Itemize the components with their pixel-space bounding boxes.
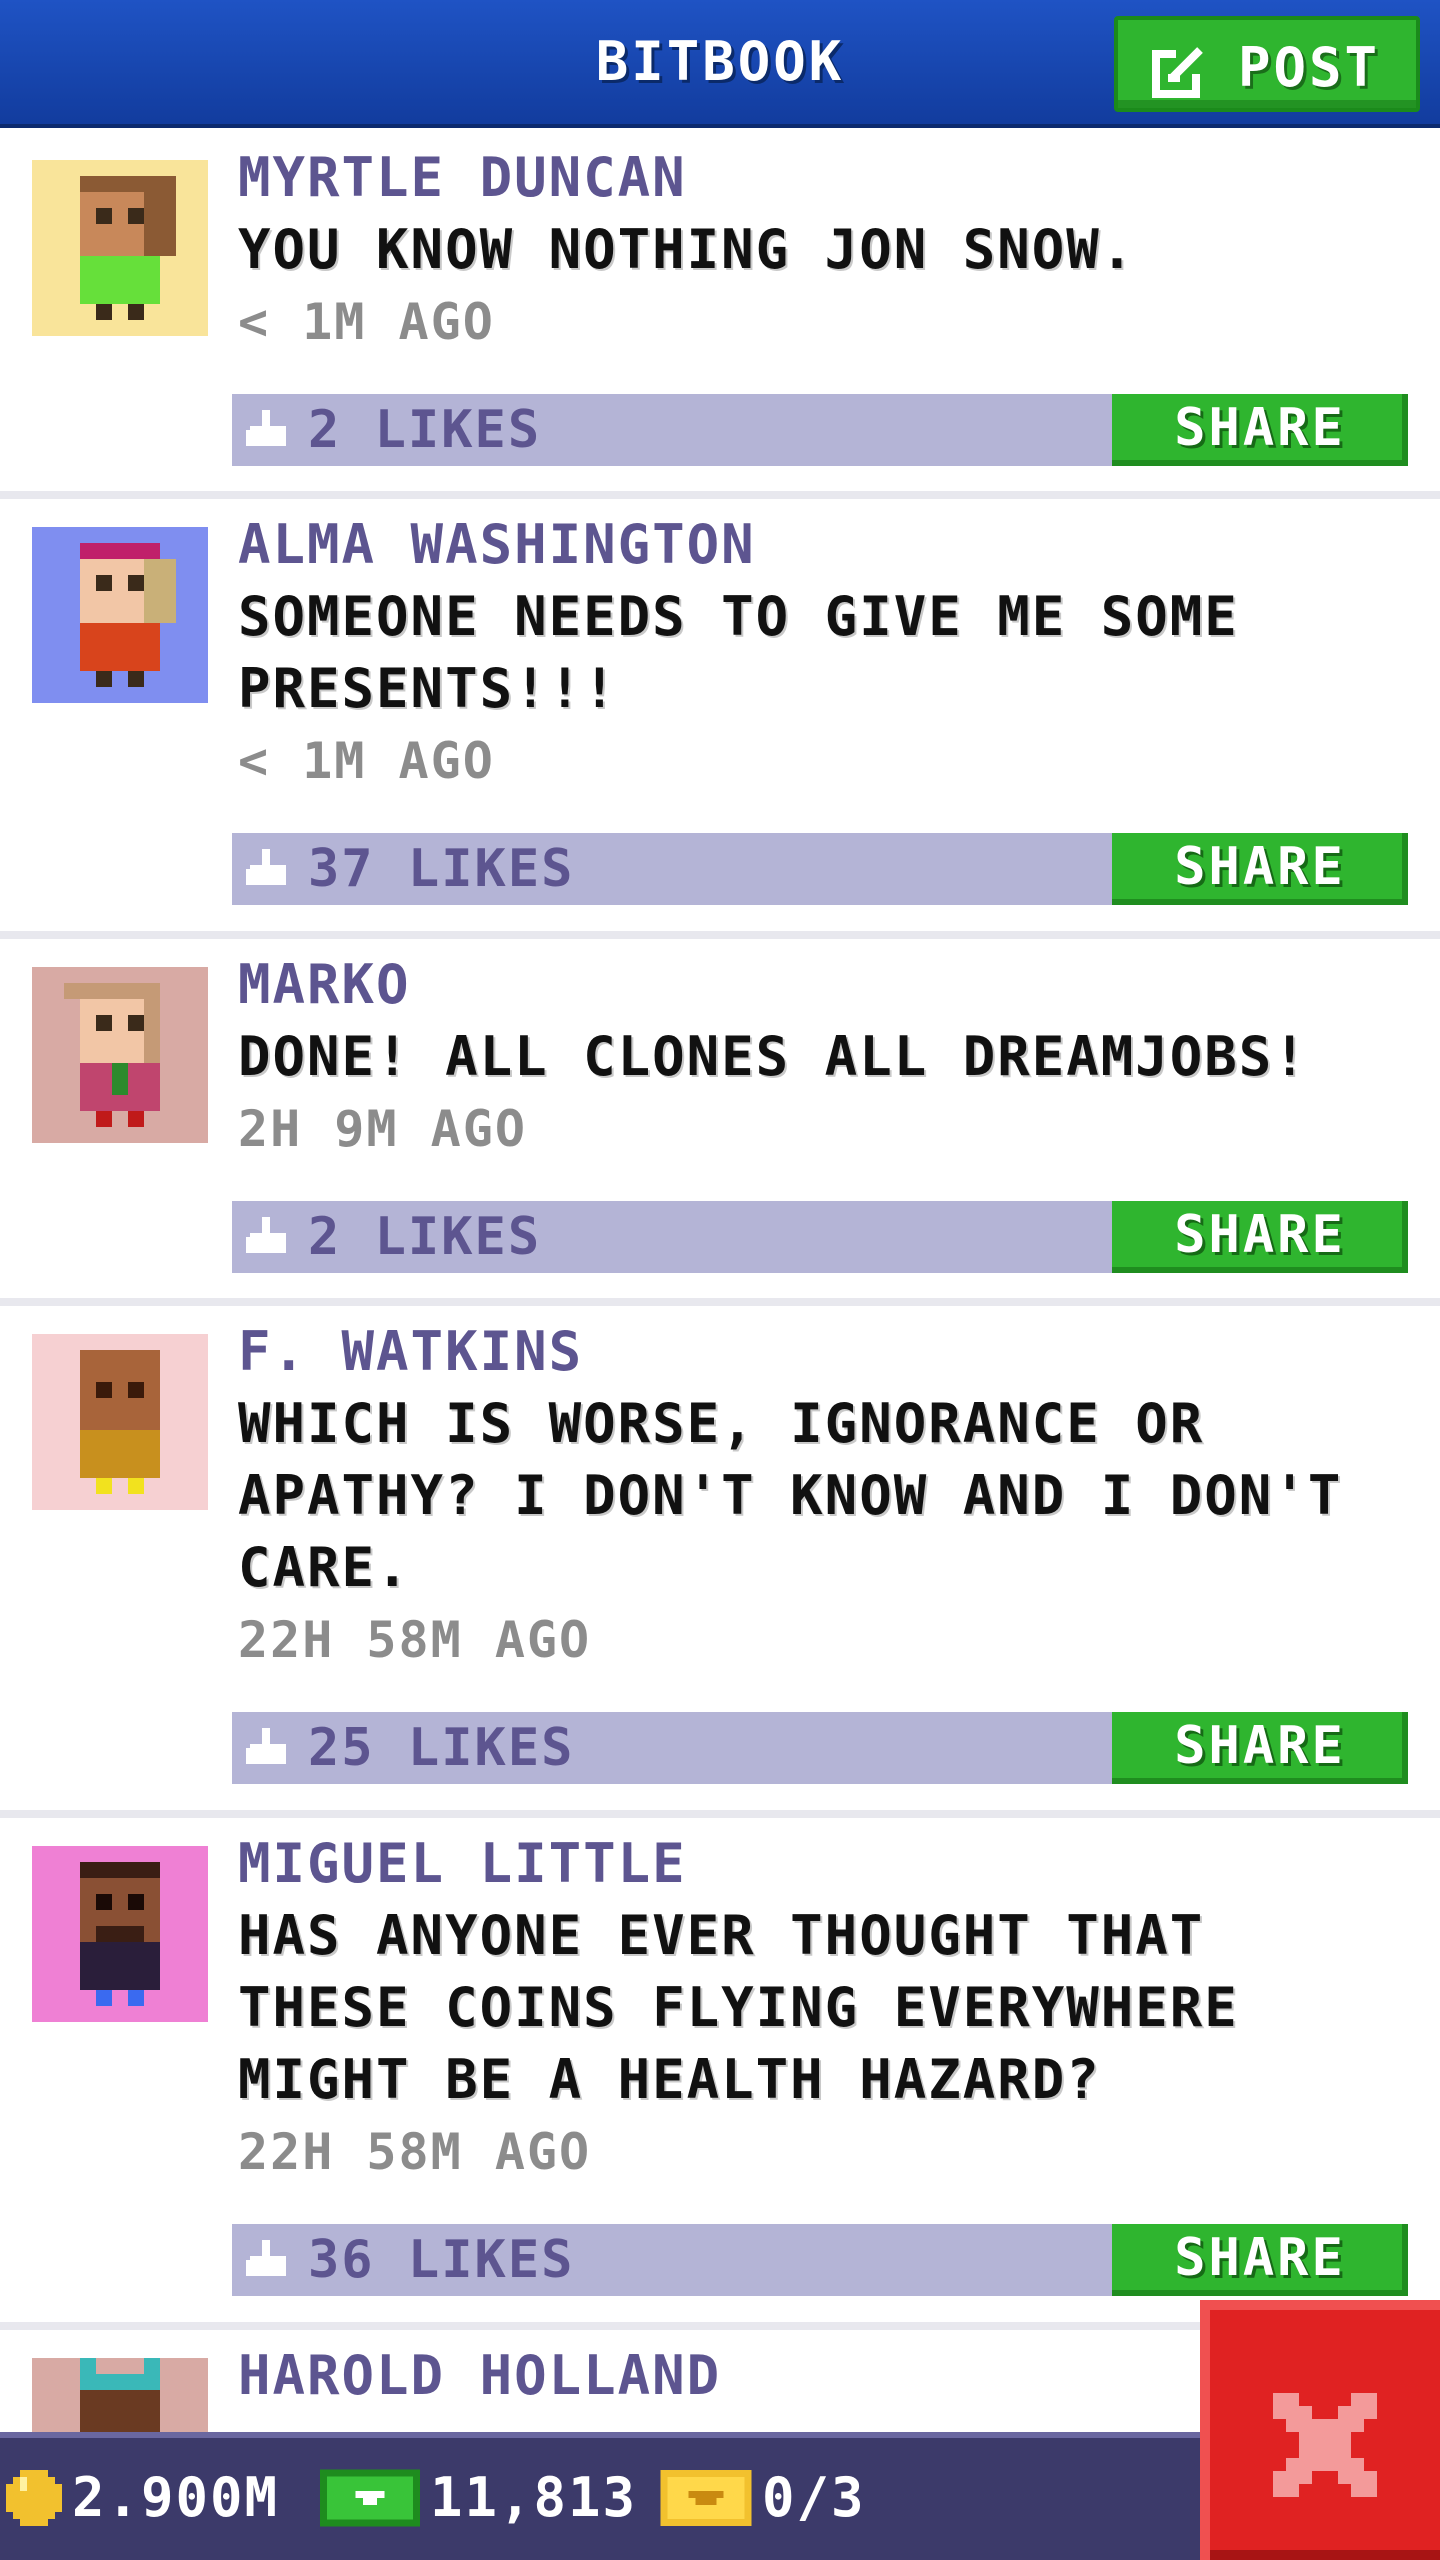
post-timestamp: 2H 9M AGO	[238, 1100, 527, 1158]
likes-count: 2 LIKES	[308, 400, 542, 460]
share-button[interactable]: SHARE	[1112, 2224, 1408, 2296]
share-button[interactable]: SHARE	[1112, 1712, 1408, 1784]
ticket-count: 0/3	[762, 2466, 866, 2529]
post-timestamp: < 1M AGO	[238, 293, 495, 351]
close-icon	[1273, 2393, 1377, 2497]
top-bar: BITBOOK POST	[0, 0, 1440, 128]
thumbs-up-icon	[246, 849, 286, 885]
share-button[interactable]: SHARE	[1112, 1201, 1408, 1273]
likes-bar[interactable]: 2 LIKES SHARE	[232, 394, 1408, 466]
post-timestamp: < 1M AGO	[238, 732, 495, 790]
avatar[interactable]	[32, 1334, 208, 1510]
avatar[interactable]	[32, 527, 208, 703]
post-text: DONE! ALL CLONES ALL DREAMJOBS!	[238, 1025, 1308, 1088]
likes-bar[interactable]: 37 LIKES SHARE	[232, 833, 1408, 905]
likes-bar[interactable]: 2 LIKES SHARE	[232, 1201, 1408, 1273]
post-author[interactable]: F. WATKINS	[238, 1316, 583, 1388]
post-button-label: POST	[1238, 36, 1381, 99]
post-text: WHICH IS WORSE, IGNORANCE OR APATHY? I D…	[238, 1392, 1343, 1599]
likes-bar[interactable]: 25 LIKES SHARE	[232, 1712, 1408, 1784]
thumbs-up-icon	[246, 1728, 286, 1764]
post-author[interactable]: MIGUEL LITTLE	[238, 1828, 687, 1900]
share-button[interactable]: SHARE	[1112, 394, 1408, 466]
post-author[interactable]: ALMA WASHINGTON	[238, 509, 756, 581]
post-author[interactable]: HAROLD HOLLAND	[238, 2340, 721, 2412]
post-text: YOU KNOW NOTHING JON SNOW.	[238, 218, 1136, 281]
post-text: HAS ANYONE EVER THOUGHT THAT THESE COINS…	[238, 1904, 1239, 2111]
coin-count: 2.900M	[72, 2466, 280, 2529]
feed-post: MIGUEL LITTLE HAS ANYONE EVER THOUGHT THA…	[0, 1818, 1440, 2330]
thumbs-up-icon	[246, 2240, 286, 2276]
bux-count: 11,813	[430, 2466, 638, 2529]
avatar[interactable]	[32, 967, 208, 1143]
bux-counter: 11,813	[320, 2466, 637, 2529]
coin-counter: 2.900M	[6, 2466, 279, 2529]
post-edit-icon	[1152, 46, 1204, 98]
bux-icon	[320, 2468, 420, 2527]
thumbs-up-icon	[246, 410, 286, 446]
post-author[interactable]: MARKO	[238, 949, 411, 1021]
post-author[interactable]: MYRTLE DUNCAN	[238, 142, 687, 214]
feed-post: MARKO DONE! ALL CLONES ALL DREAMJOBS! 2H 9…	[0, 939, 1440, 1306]
avatar[interactable]	[32, 160, 208, 336]
feed-post: F. WATKINS WHICH IS WORSE, IGNORANCE OR A…	[0, 1306, 1440, 1818]
likes-count: 37 LIKES	[308, 839, 575, 899]
post-text: SOMEONE NEEDS TO GIVE ME SOME PRESENTS!!…	[238, 585, 1239, 720]
close-button[interactable]	[1200, 2300, 1440, 2560]
avatar[interactable]	[32, 1846, 208, 2022]
likes-count: 2 LIKES	[308, 1207, 542, 1267]
post-button[interactable]: POST	[1114, 16, 1420, 112]
feed-post: MYRTLE DUNCAN YOU KNOW NOTHING JON SNOW. <…	[0, 132, 1440, 499]
post-timestamp: 22H 58M AGO	[238, 1611, 592, 1669]
coin-icon	[6, 2469, 62, 2526]
feed-post: ALMA WASHINGTON SOMEONE NEEDS TO GIVE ME …	[0, 499, 1440, 939]
likes-bar[interactable]: 36 LIKES SHARE	[232, 2224, 1408, 2296]
ticket-counter: 0/3	[660, 2466, 866, 2529]
post-timestamp: 22H 58M AGO	[238, 2123, 592, 2181]
likes-count: 25 LIKES	[308, 1718, 575, 1778]
ticket-icon	[660, 2469, 752, 2526]
share-button[interactable]: SHARE	[1112, 833, 1408, 905]
likes-count: 36 LIKES	[308, 2230, 575, 2290]
thumbs-up-icon	[246, 1217, 286, 1253]
